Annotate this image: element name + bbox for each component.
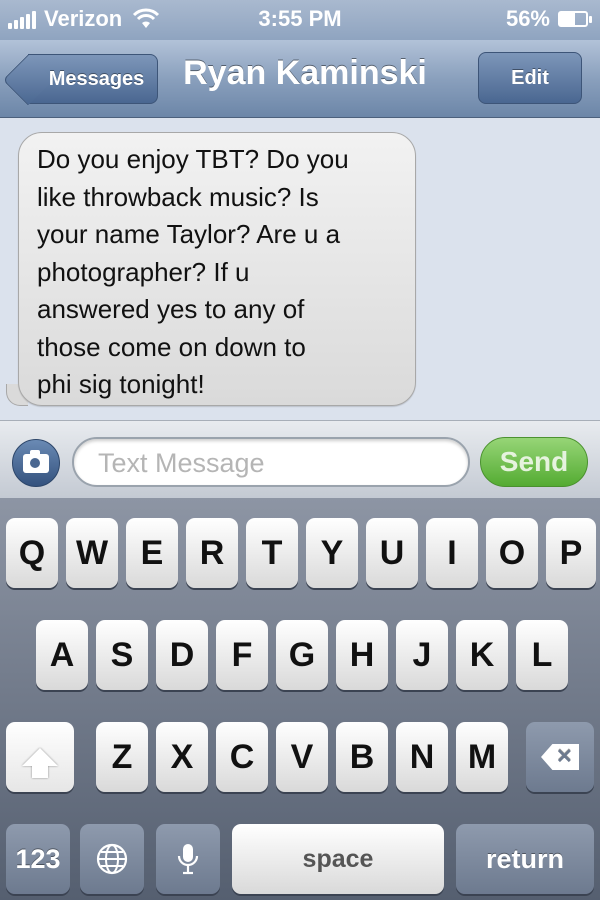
backspace-icon: ✕ <box>541 744 579 770</box>
keyboard: Q W E R T Y U I O P A S D F G H J K L Z … <box>0 498 600 900</box>
message-composer: Text Message Send <box>0 420 600 498</box>
battery-fill <box>560 13 575 25</box>
key-l[interactable]: L <box>516 620 568 690</box>
nav-bar: Messages Ryan Kaminski Edit <box>0 40 600 118</box>
key-h[interactable]: H <box>336 620 388 690</box>
key-v[interactable]: V <box>276 722 328 792</box>
key-w[interactable]: W <box>66 518 118 588</box>
key-u[interactable]: U <box>366 518 418 588</box>
key-x[interactable]: X <box>156 722 208 792</box>
message-line: photographer? If u <box>37 256 250 287</box>
space-key[interactable]: space <box>232 824 444 894</box>
message-line: those come on down to <box>37 331 306 362</box>
key-t[interactable]: T <box>246 518 298 588</box>
key-q[interactable]: Q <box>6 518 58 588</box>
key-r[interactable]: R <box>186 518 238 588</box>
globe-icon <box>96 843 128 875</box>
battery-icon <box>558 11 592 27</box>
conversation-area[interactable]: Do you enjoy TBT? Do you like throwback … <box>0 118 600 420</box>
backspace-key[interactable]: ✕ <box>526 722 594 792</box>
key-d[interactable]: D <box>156 620 208 690</box>
globe-key[interactable] <box>80 824 144 894</box>
camera-icon <box>23 449 49 473</box>
message-input[interactable]: Text Message <box>72 437 470 487</box>
key-n[interactable]: N <box>396 722 448 792</box>
back-button-label: Messages <box>48 67 145 90</box>
key-p[interactable]: P <box>546 518 596 588</box>
shift-key[interactable] <box>6 722 74 792</box>
key-f[interactable]: F <box>216 620 268 690</box>
key-a[interactable]: A <box>36 620 88 690</box>
microphone-icon <box>177 844 199 875</box>
message-line: answered yes to any of <box>37 294 305 324</box>
status-right: 56% <box>505 6 592 32</box>
send-button[interactable]: Send <box>480 437 588 487</box>
return-key[interactable]: return <box>456 824 594 894</box>
key-e[interactable]: E <box>126 518 178 588</box>
key-b[interactable]: B <box>336 722 388 792</box>
battery-percent: 56% <box>505 6 550 31</box>
key-z[interactable]: Z <box>96 722 148 792</box>
shift-icon <box>22 748 58 778</box>
message-line: like throwback music? Is <box>37 181 319 212</box>
camera-button[interactable] <box>12 439 60 487</box>
message-line: your name Taylor? Are u a <box>37 219 341 249</box>
key-g[interactable]: G <box>276 620 328 690</box>
key-o[interactable]: O <box>486 518 538 588</box>
message-line: phi sig tonight! <box>37 369 205 399</box>
conversation-title: Ryan Kaminski <box>183 54 427 92</box>
key-k[interactable]: K <box>456 620 508 690</box>
dictation-key[interactable] <box>156 824 220 894</box>
key-i[interactable]: I <box>426 518 478 588</box>
key-s[interactable]: S <box>96 620 148 690</box>
status-bar: Verizon 3:55 PM 56% <box>0 0 600 40</box>
key-c[interactable]: C <box>216 722 268 792</box>
message-line: Do you enjoy TBT? Do you <box>37 144 349 174</box>
key-j[interactable]: J <box>396 620 448 690</box>
key-y[interactable]: Y <box>306 518 358 588</box>
back-button[interactable]: Messages <box>28 54 158 104</box>
incoming-message-bubble[interactable]: Do you enjoy TBT? Do you like throwback … <box>18 132 416 406</box>
numbers-key[interactable]: 123 <box>6 824 70 894</box>
key-m[interactable]: M <box>456 722 508 792</box>
edit-button[interactable]: Edit <box>478 52 582 104</box>
